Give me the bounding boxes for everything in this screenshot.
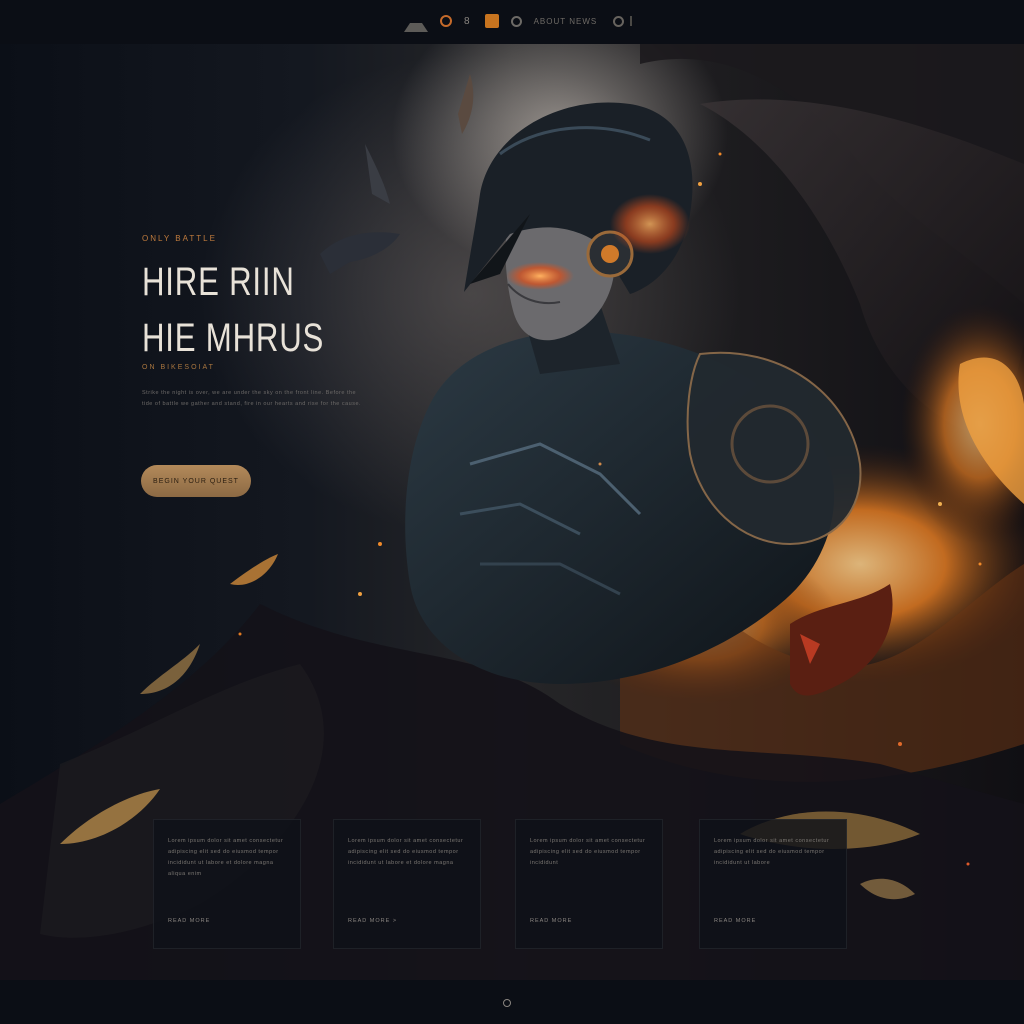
nav-item[interactable]: 8 (464, 16, 471, 27)
hero-title: HIRE RIIN HIE MHRUS (142, 254, 324, 366)
profile-icon[interactable] (440, 15, 452, 27)
nav-group: 8 ABOUT NEWS (404, 11, 633, 32)
top-navigation-bar: 8 ABOUT NEWS (0, 0, 1024, 45)
divider (630, 16, 633, 26)
feature-card[interactable]: Lorem ipsum dolor sit amet consectetur a… (515, 819, 663, 949)
card-text: Lorem ipsum dolor sit amet consectetur a… (530, 838, 646, 866)
feature-card[interactable]: Lorem ipsum dolor sit amet consectetur a… (333, 819, 481, 949)
ring-icon[interactable] (510, 15, 522, 27)
feature-card[interactable]: Lorem ipsum dolor sit amet consectetur a… (153, 819, 301, 949)
card-text: Lorem ipsum dolor sit amet consectetur a… (714, 838, 830, 866)
logo-icon[interactable] (404, 11, 428, 32)
feature-cards: Lorem ipsum dolor sit amet consectetur a… (153, 819, 853, 949)
card-link[interactable]: READ MORE > (348, 918, 397, 924)
feature-card[interactable]: Lorem ipsum dolor sit amet consectetur a… (699, 819, 847, 949)
settings-icon[interactable] (613, 15, 625, 27)
pagination-dot-icon[interactable] (503, 999, 511, 1007)
hero-title-line-1: HIRE RIIN (142, 260, 295, 304)
hero-eyebrow: ONLY BATTLE (142, 234, 217, 243)
cta-button[interactable]: BEGIN YOUR QUEST (141, 465, 251, 497)
footer-bar (0, 980, 1024, 1024)
card-text: Lorem ipsum dolor sit amet consectetur a… (348, 838, 464, 866)
card-link[interactable]: READ MORE (714, 918, 756, 924)
card-link[interactable]: READ MORE (530, 918, 572, 924)
hero-description: Strike the night is over, we are under t… (142, 390, 362, 407)
nav-menu-link[interactable]: ABOUT NEWS (534, 17, 598, 26)
badge-icon[interactable] (484, 14, 499, 28)
hero-subline: ON BIKESOIAT (142, 364, 215, 371)
card-text: Lorem ipsum dolor sit amet consectetur a… (168, 838, 284, 877)
hero-title-line-2: HIE MHRUS (142, 316, 325, 360)
card-link[interactable]: READ MORE (168, 918, 210, 924)
